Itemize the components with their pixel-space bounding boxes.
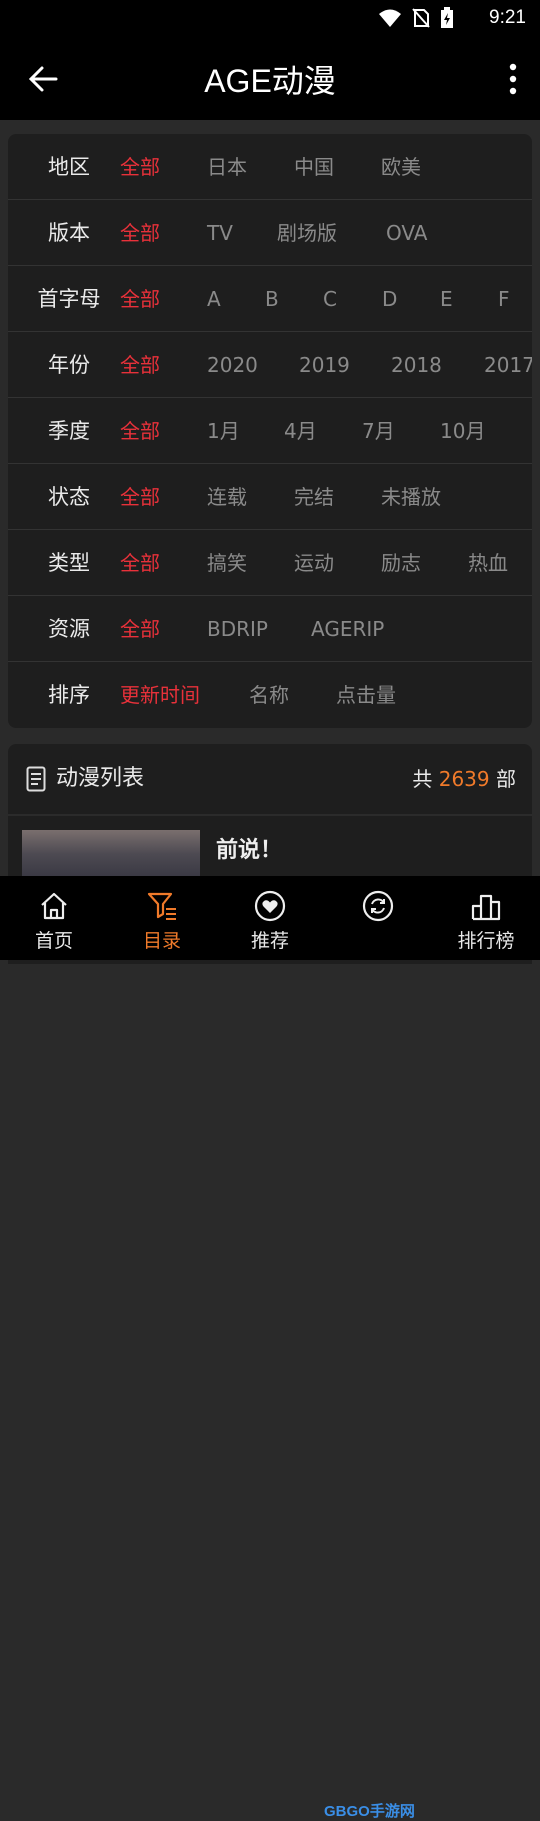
filter-option[interactable]: OVA	[386, 200, 427, 266]
filter-row-year: 年份 全部 2020 2019 2018 2017	[8, 332, 532, 398]
filter-row-season: 季度 全部 1月 4月 7月 10月	[8, 398, 532, 464]
anime-title[interactable]: 前说！	[216, 832, 282, 864]
nav-catalog[interactable]: 目录	[108, 876, 216, 960]
filter-row-genre: 类型 全部 搞笑 运动 励志 热血	[8, 530, 532, 596]
count-number: 2639	[438, 767, 490, 791]
filter-option[interactable]: D	[382, 266, 397, 332]
filter-option[interactable]: 全部	[120, 266, 160, 332]
filter-label: 年份	[48, 353, 90, 377]
document-list-icon	[26, 766, 46, 792]
filter-option[interactable]: 2019	[299, 332, 350, 398]
filter-label: 季度	[48, 419, 90, 443]
nav-label: 首页	[34, 930, 73, 952]
filter-option[interactable]: 全部	[120, 200, 160, 266]
filter-label: 状态	[48, 485, 90, 509]
filter-option[interactable]: 热血	[468, 530, 508, 596]
filter-option[interactable]: A	[207, 266, 221, 332]
nav-update[interactable]	[324, 876, 432, 960]
filter-option[interactable]: 全部	[120, 134, 160, 200]
nav-ranking[interactable]: 排行榜	[432, 876, 540, 960]
filter-label: 版本	[48, 221, 90, 245]
filter-option[interactable]: AGERIP	[311, 596, 384, 662]
no-sim-icon	[412, 8, 430, 28]
filter-label: 资源	[48, 617, 90, 641]
filter-row-status: 状态 全部 连载 完结 未播放	[8, 464, 532, 530]
filter-option[interactable]: BDRIP	[207, 596, 268, 662]
filter-option[interactable]: 4月	[284, 398, 317, 464]
app-bar: AGE动漫	[0, 38, 540, 120]
filter-option[interactable]: F	[498, 266, 510, 332]
filter-row-version: 版本 全部 TV 剧场版 OVA	[8, 200, 532, 266]
filter-option[interactable]: 全部	[120, 464, 160, 530]
nav-label: 推荐	[250, 930, 289, 952]
filter-option[interactable]: 全部	[120, 530, 160, 596]
filter-option[interactable]: 更新时间	[120, 662, 200, 728]
status-time: 9:21	[489, 7, 526, 28]
nav-label: 排行榜	[457, 930, 515, 952]
filter-option[interactable]: 10月	[440, 398, 485, 464]
bottom-nav: 首页 目录 推荐 排行榜 GBGO手游网	[0, 876, 540, 1820]
filter-row-region: 地区 全部 日本 中国 欧美	[8, 134, 532, 200]
filter-option[interactable]: 连载	[207, 464, 247, 530]
filter-option[interactable]: 剧场版	[277, 200, 337, 266]
filter-option[interactable]: 全部	[120, 332, 160, 398]
filter-option[interactable]: 点击量	[336, 662, 396, 728]
more-vert-icon[interactable]	[506, 62, 520, 96]
filter-list-icon	[147, 892, 176, 920]
filter-option[interactable]: 未播放	[381, 464, 441, 530]
filter-label: 地区	[48, 155, 90, 179]
wifi-icon	[379, 9, 401, 27]
battery-charging-icon	[441, 7, 453, 28]
filter-option[interactable]: 完结	[294, 464, 334, 530]
heart-icon	[254, 890, 286, 922]
filter-option[interactable]: 运动	[294, 530, 334, 596]
ranking-icon	[471, 894, 501, 921]
page-title: AGE动漫	[204, 63, 336, 99]
filter-option[interactable]: 2018	[391, 332, 442, 398]
filter-option[interactable]: 名称	[249, 662, 289, 728]
watermark-logo: GBGO手游网	[324, 1803, 415, 1820]
nav-recommend[interactable]: 推荐	[216, 876, 324, 960]
filter-option[interactable]: 全部	[120, 398, 160, 464]
home-icon	[41, 892, 67, 920]
count-suffix: 部	[496, 767, 516, 791]
filter-row-sort: 排序 更新时间 名称 点击量	[8, 662, 532, 728]
filter-option[interactable]: 励志	[381, 530, 421, 596]
filter-option[interactable]: 1月	[207, 398, 240, 464]
filter-label: 类型	[48, 551, 90, 575]
filter-option[interactable]: 中国	[294, 134, 334, 200]
filter-option[interactable]: 7月	[362, 398, 395, 464]
list-title: 动漫列表	[56, 766, 145, 791]
filter-option[interactable]: C	[323, 266, 337, 332]
filter-option[interactable]: 2020	[207, 332, 258, 398]
nav-home[interactable]: 首页	[0, 876, 108, 960]
filter-option[interactable]: E	[440, 266, 453, 332]
filter-option[interactable]: 欧美	[381, 134, 421, 200]
filter-option[interactable]: 全部	[120, 596, 160, 662]
filter-row-source: 资源 全部 BDRIP AGERIP	[8, 596, 532, 662]
nav-label: 目录	[142, 930, 181, 952]
filter-option[interactable]: 日本	[207, 134, 247, 200]
filter-label: 排序	[48, 683, 90, 707]
count-prefix: 共	[412, 767, 433, 791]
filter-option[interactable]: 2017	[484, 332, 532, 398]
status-icons	[378, 7, 454, 28]
filter-label: 首字母	[37, 287, 101, 311]
list-header: 动漫列表 共 2639 部	[8, 744, 532, 816]
list-count: 共 2639 部	[412, 744, 516, 814]
filter-option[interactable]: TV	[207, 200, 233, 266]
filter-row-initial: 首字母 全部 A B C D E F	[8, 266, 532, 332]
filter-option[interactable]: 搞笑	[207, 530, 247, 596]
filter-option[interactable]: B	[265, 266, 279, 332]
status-bar: 9:21	[0, 0, 540, 38]
refresh-icon	[362, 890, 394, 922]
filter-panel: 地区 全部 日本 中国 欧美 版本 全部 TV 剧场版 OVA 首字母 全部 A…	[8, 134, 532, 728]
